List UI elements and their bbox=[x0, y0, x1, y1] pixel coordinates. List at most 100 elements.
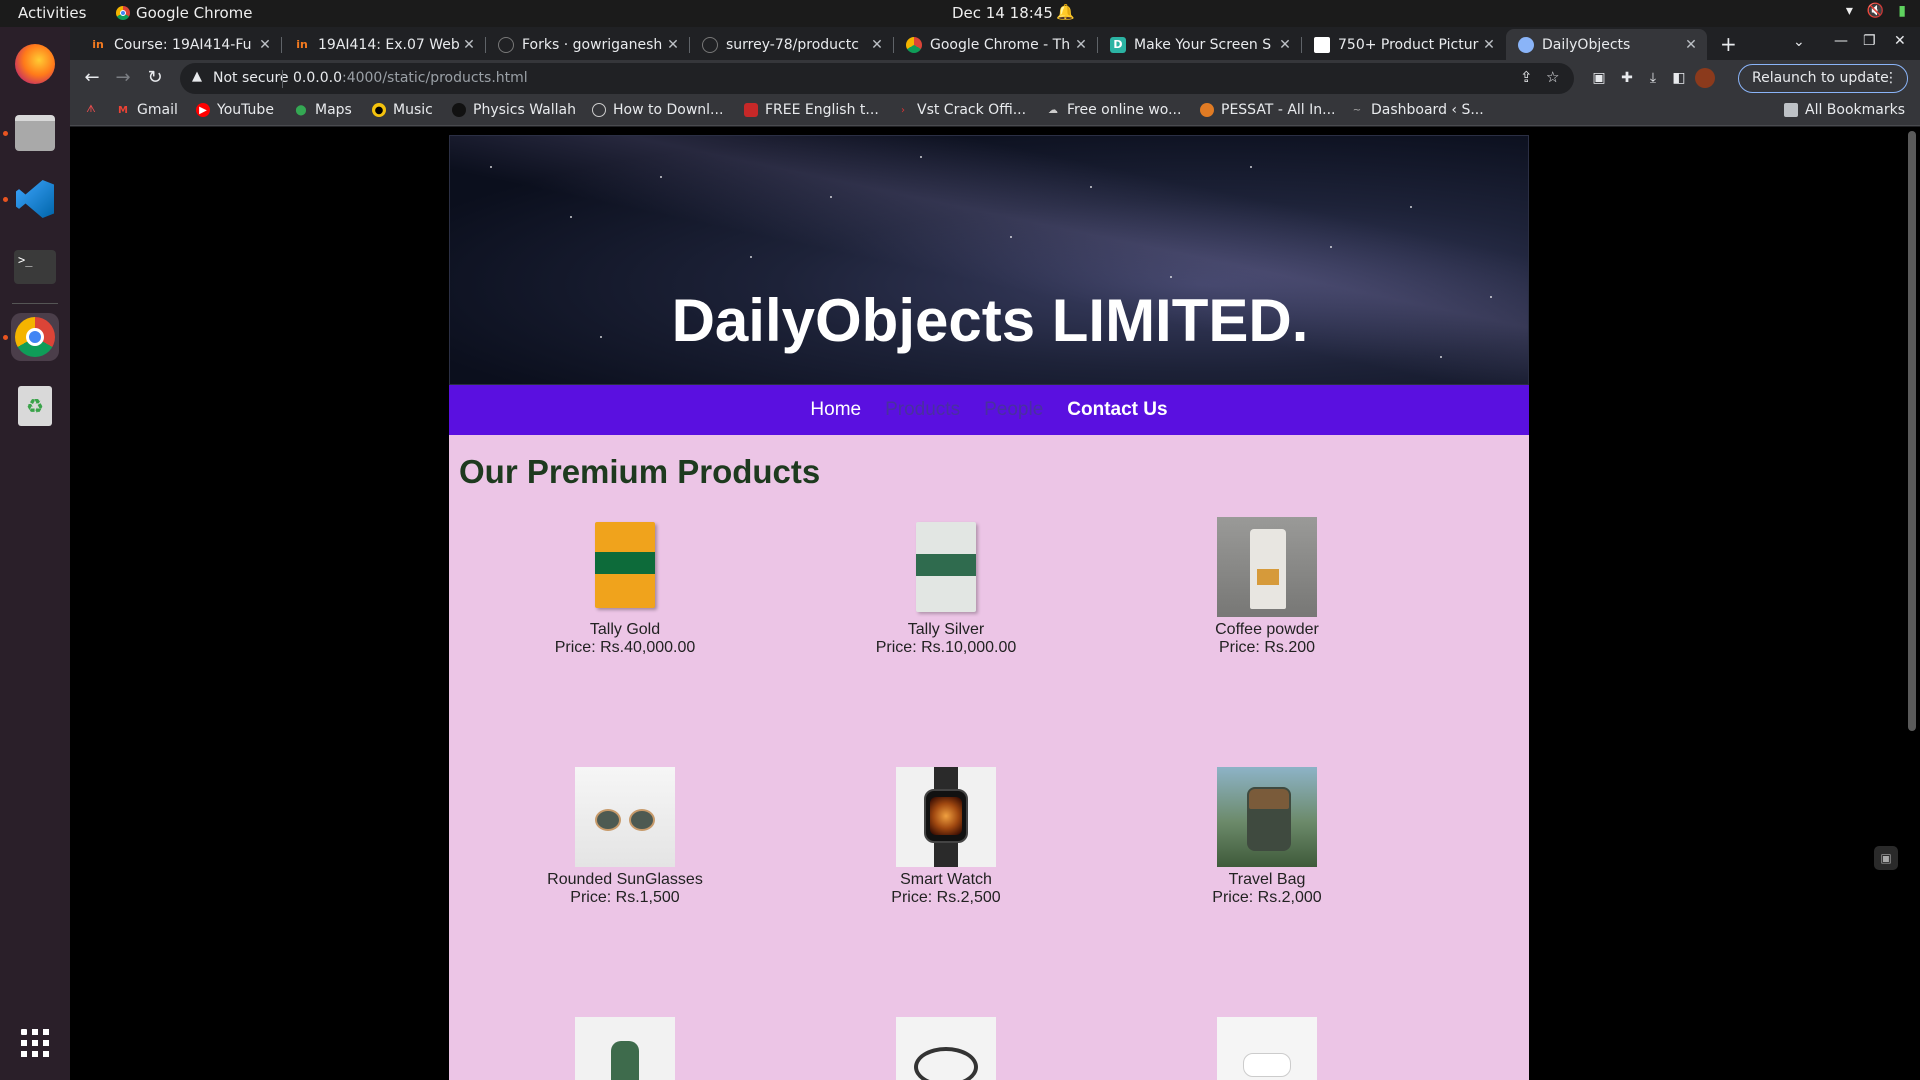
tab[interactable]: Google Chrome - Th ✕ bbox=[894, 29, 1097, 60]
tab-close-icon[interactable]: ✕ bbox=[1681, 37, 1701, 53]
extension-icon[interactable]: ▣ bbox=[1589, 68, 1609, 88]
bookmark-label: PESSAT - All In... bbox=[1221, 102, 1336, 118]
tab[interactable]: surrey-78/productc ✕ bbox=[690, 29, 893, 60]
product-name: Travel Bag bbox=[1228, 871, 1306, 888]
bookmark-dashboard[interactable]: ~ Dashboard ‹ S... bbox=[1350, 102, 1484, 118]
floating-widget-icon[interactable]: ▣ bbox=[1874, 846, 1898, 870]
close-window-icon[interactable]: ✕ bbox=[1894, 33, 1906, 49]
system-tray[interactable]: ▾ 🔇 ▮ bbox=[1846, 3, 1906, 19]
bookmark-vst-crack[interactable]: › Vst Crack Offi... bbox=[896, 102, 1026, 118]
product-image bbox=[896, 1017, 996, 1080]
address-bar[interactable]: ▲ Not secure 0.0.0.0:4000/static/product… bbox=[180, 63, 1574, 94]
bookmark-free-english[interactable]: FREE English t... bbox=[744, 102, 879, 118]
trash-icon[interactable]: ♻ bbox=[11, 382, 59, 430]
back-icon[interactable]: ← bbox=[80, 66, 104, 90]
bookmark-physics-wallah[interactable]: Physics Wallah bbox=[452, 102, 576, 118]
profile-avatar[interactable] bbox=[1695, 68, 1715, 88]
tab[interactable]: Forks · gowriganesh ✕ bbox=[486, 29, 689, 60]
tab[interactable]: in 19AI414: Ex.07 Web ✕ bbox=[282, 29, 485, 60]
bookmark-gmail[interactable]: M Gmail bbox=[116, 102, 178, 118]
bookmark-free-online[interactable]: ☁ Free online wo... bbox=[1046, 102, 1181, 118]
bookmark-label: FREE English t... bbox=[765, 102, 879, 118]
page-scrollbar[interactable] bbox=[1904, 127, 1920, 1080]
volume-muted-icon: 🔇 bbox=[1866, 3, 1885, 19]
product-image bbox=[1217, 1017, 1317, 1080]
scrollbar-thumb[interactable] bbox=[1908, 131, 1916, 731]
not-secure-label[interactable]: Not secure bbox=[213, 70, 289, 86]
product-name: Coffee powder bbox=[1215, 621, 1319, 638]
bookmark-music[interactable]: ● Music bbox=[372, 102, 433, 118]
apps-icon[interactable]: ᗑ bbox=[84, 102, 98, 116]
download-icon[interactable]: ⤓ bbox=[1643, 68, 1663, 88]
share-icon[interactable]: ⇪ bbox=[1520, 68, 1533, 86]
bookmark-pessat[interactable]: PESSAT - All In... bbox=[1200, 102, 1335, 118]
bookmark-how-to-download[interactable]: How to Downl... bbox=[592, 102, 723, 118]
restore-icon[interactable]: ❐ bbox=[1863, 33, 1876, 49]
bookmark-youtube[interactable]: ▶ YouTube bbox=[196, 102, 274, 118]
tab-close-icon[interactable]: ✕ bbox=[1071, 37, 1091, 53]
tab-close-icon[interactable]: ✕ bbox=[1275, 37, 1295, 53]
chrome-icon[interactable] bbox=[11, 313, 59, 361]
tab[interactable]: D Make Your Screen S ✕ bbox=[1098, 29, 1301, 60]
page-viewport: DailyObjects LIMITED. Home Products Peop… bbox=[70, 127, 1920, 1080]
product-card: Coffee powder Price: Rs.200 bbox=[1157, 517, 1377, 657]
nav-products-link[interactable]: Products bbox=[885, 399, 960, 421]
nav-people-link[interactable]: People bbox=[984, 399, 1043, 421]
tab-close-icon[interactable]: ✕ bbox=[867, 37, 887, 53]
new-tab-button[interactable]: + bbox=[1720, 32, 1737, 56]
clock[interactable]: Dec 14 18:45 bbox=[952, 4, 1053, 22]
book-icon bbox=[744, 103, 758, 117]
not-secure-warning-icon[interactable]: ▲ bbox=[192, 69, 202, 84]
star bbox=[920, 156, 922, 158]
nav-contact-link[interactable]: Contact Us bbox=[1067, 399, 1167, 421]
product-card bbox=[1157, 1017, 1377, 1080]
focused-app-menu[interactable]: Google Chrome bbox=[116, 4, 253, 22]
activities-button[interactable]: Activities bbox=[18, 4, 86, 22]
tab[interactable]: 750+ Product Pictur ✕ bbox=[1302, 29, 1505, 60]
reload-icon[interactable]: ↻ bbox=[143, 66, 167, 90]
maps-pin-icon: ⬤ bbox=[295, 104, 307, 116]
files-icon[interactable] bbox=[11, 109, 59, 157]
url-path: :4000/static/products.html bbox=[341, 70, 528, 86]
firefox-icon[interactable] bbox=[11, 40, 59, 88]
product-card: Smart Watch Price: Rs.2,500 bbox=[836, 767, 1056, 907]
omnibox-separator bbox=[282, 70, 283, 88]
product-image bbox=[896, 767, 996, 867]
tab-close-icon[interactable]: ✕ bbox=[1479, 37, 1499, 53]
all-bookmarks-button[interactable]: All Bookmarks bbox=[1784, 102, 1905, 118]
tab-title: surrey-78/productc bbox=[726, 36, 859, 53]
tab-close-icon[interactable]: ✕ bbox=[459, 37, 479, 53]
product-price: Price: Rs.200 bbox=[1218, 639, 1316, 656]
all-bookmarks-label: All Bookmarks bbox=[1805, 102, 1906, 118]
bookmark-star-icon[interactable]: ☆ bbox=[1546, 68, 1559, 86]
tab-favicon-icon: in bbox=[92, 38, 104, 51]
browser-toolbar: ← → ↻ ▲ Not secure 0.0.0.0:4000/static/p… bbox=[70, 60, 1920, 97]
product-price: Price: Rs.2,500 bbox=[891, 889, 1001, 906]
star bbox=[1170, 276, 1172, 278]
tab-close-icon[interactable]: ✕ bbox=[255, 37, 275, 53]
tab-active[interactable]: DailyObjects ✕ bbox=[1506, 29, 1707, 60]
tab-search-chevron-down-icon[interactable]: ⌄ bbox=[1793, 34, 1805, 50]
arrow-icon: › bbox=[901, 104, 905, 116]
star bbox=[750, 256, 752, 258]
pessat-icon bbox=[1200, 103, 1214, 117]
product-image bbox=[575, 767, 675, 867]
tab[interactable]: in Course: 19AI414-Fu ✕ bbox=[78, 29, 281, 60]
terminal-icon[interactable]: >_ bbox=[11, 243, 59, 291]
side-panel-icon[interactable]: ◧ bbox=[1669, 68, 1689, 88]
forward-icon[interactable]: → bbox=[111, 66, 135, 90]
vscode-icon[interactable] bbox=[11, 175, 59, 223]
minimize-icon[interactable]: — bbox=[1834, 33, 1848, 49]
product-card bbox=[515, 1017, 735, 1080]
youtube-icon: ▶ bbox=[196, 103, 210, 117]
url-text[interactable]: 0.0.0.0:4000/static/products.html bbox=[293, 70, 528, 86]
tab-title: Course: 19AI414-Fu bbox=[114, 36, 252, 53]
extensions-puzzle-icon[interactable]: ✚ bbox=[1617, 68, 1637, 88]
nav-home-link[interactable]: Home bbox=[810, 399, 861, 421]
app-grid-icon[interactable] bbox=[11, 1019, 59, 1067]
music-icon: ● bbox=[372, 103, 386, 117]
relaunch-to-update-button[interactable]: Relaunch to update ⋮ bbox=[1738, 64, 1908, 93]
tab-close-icon[interactable]: ✕ bbox=[663, 37, 683, 53]
bookmark-maps[interactable]: ⬤ Maps bbox=[294, 102, 351, 118]
bookmark-label: YouTube bbox=[217, 102, 274, 118]
